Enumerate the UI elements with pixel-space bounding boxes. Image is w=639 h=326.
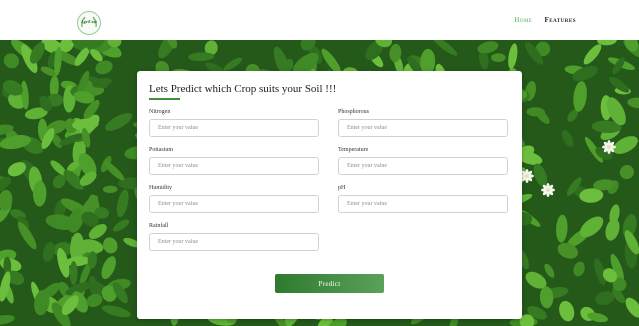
leaf-wreath-logo-icon[interactable]: AgriCare <box>77 11 101 35</box>
crop-prediction-form: Lets Predict which Crop suits your Soil … <box>137 71 522 319</box>
ph-input[interactable] <box>338 195 508 213</box>
predict-button[interactable]: Predict <box>275 274 384 293</box>
nav-links: Home Features <box>514 16 576 24</box>
title-underline <box>149 98 180 100</box>
nitrogen-input[interactable] <box>149 119 319 137</box>
logo-text: AgriCare <box>80 19 98 24</box>
humidity-label: Humidity <box>149 185 173 191</box>
nav-home-link[interactable]: Home <box>514 16 532 24</box>
form-title: Lets Predict which Crop suits your Soil … <box>149 83 337 95</box>
temperature-input[interactable] <box>338 157 508 175</box>
phosphorous-input[interactable] <box>338 119 508 137</box>
pottasium-label: Pottasium <box>149 147 174 153</box>
top-navbar: AgriCare Home Features <box>0 0 639 41</box>
nitrogen-label: Nitrogen <box>149 109 171 115</box>
pottasium-input[interactable] <box>149 157 319 175</box>
temperature-label: Temperature <box>338 147 369 153</box>
phosphorous-label: Phosphorous <box>338 109 370 115</box>
humidity-input[interactable] <box>149 195 319 213</box>
rainfall-label: Rainfall <box>149 223 169 229</box>
nav-features-link[interactable]: Features <box>544 16 576 24</box>
ph-label: pH <box>338 185 346 191</box>
rainfall-input[interactable] <box>149 233 319 251</box>
